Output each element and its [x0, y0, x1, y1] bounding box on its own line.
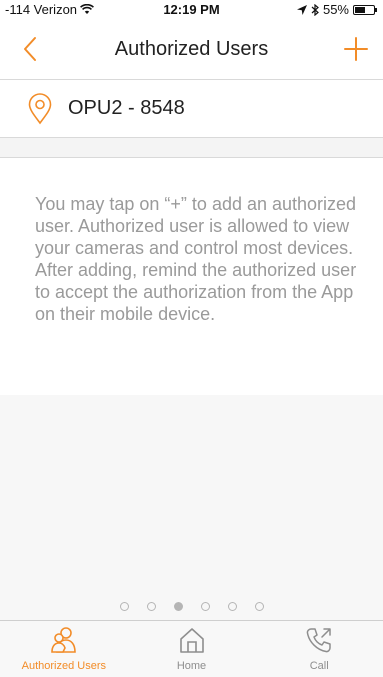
user-list-area [0, 395, 383, 620]
location-row[interactable]: OPU2 - 8548 [0, 80, 383, 138]
tab-call[interactable]: Call [255, 621, 383, 677]
page-indicator [0, 602, 383, 611]
page-dot[interactable] [119, 602, 129, 611]
tab-authorized-users[interactable]: Authorized Users [0, 621, 128, 677]
add-user-button[interactable] [341, 34, 371, 64]
tab-home[interactable]: Home [128, 621, 256, 677]
page-dot[interactable] [227, 602, 237, 611]
tab-label: Home [176, 660, 207, 672]
page-title: Authorized Users [114, 38, 269, 60]
nav-bar: Authorized Users [0, 20, 383, 80]
section-separator [0, 138, 383, 158]
status-bar: -114 Verizon 12:19 PM 55% [0, 0, 383, 20]
location-arrow-icon [296, 4, 307, 15]
battery-icon [353, 4, 377, 15]
tab-label: Authorized Users [21, 660, 107, 672]
users-icon [51, 627, 76, 653]
page-dot[interactable] [200, 602, 210, 611]
status-right: 55% [296, 2, 377, 17]
battery-percent: 55% [322, 2, 349, 17]
page-dot[interactable] [146, 602, 156, 611]
location-label: OPU2 - 8548 [68, 97, 185, 119]
info-text: You may tap on “+” to add an authorized … [35, 194, 357, 324]
tab-bar: Authorized Users Home Call [0, 620, 383, 677]
page-dot[interactable] [254, 602, 264, 611]
screen: -114 Verizon 12:19 PM 55% Authorized Use… [0, 0, 383, 677]
info-area: You may tap on “+” to add an authorized … [0, 158, 383, 395]
battery-fill [355, 6, 365, 13]
phone-call-icon [306, 628, 331, 653]
tab-label: Call [309, 660, 329, 672]
page-dot-active[interactable] [173, 602, 183, 611]
bluetooth-icon [311, 3, 319, 16]
home-icon [179, 628, 204, 653]
plus-icon [344, 37, 368, 61]
location-pin-icon [28, 92, 52, 124]
